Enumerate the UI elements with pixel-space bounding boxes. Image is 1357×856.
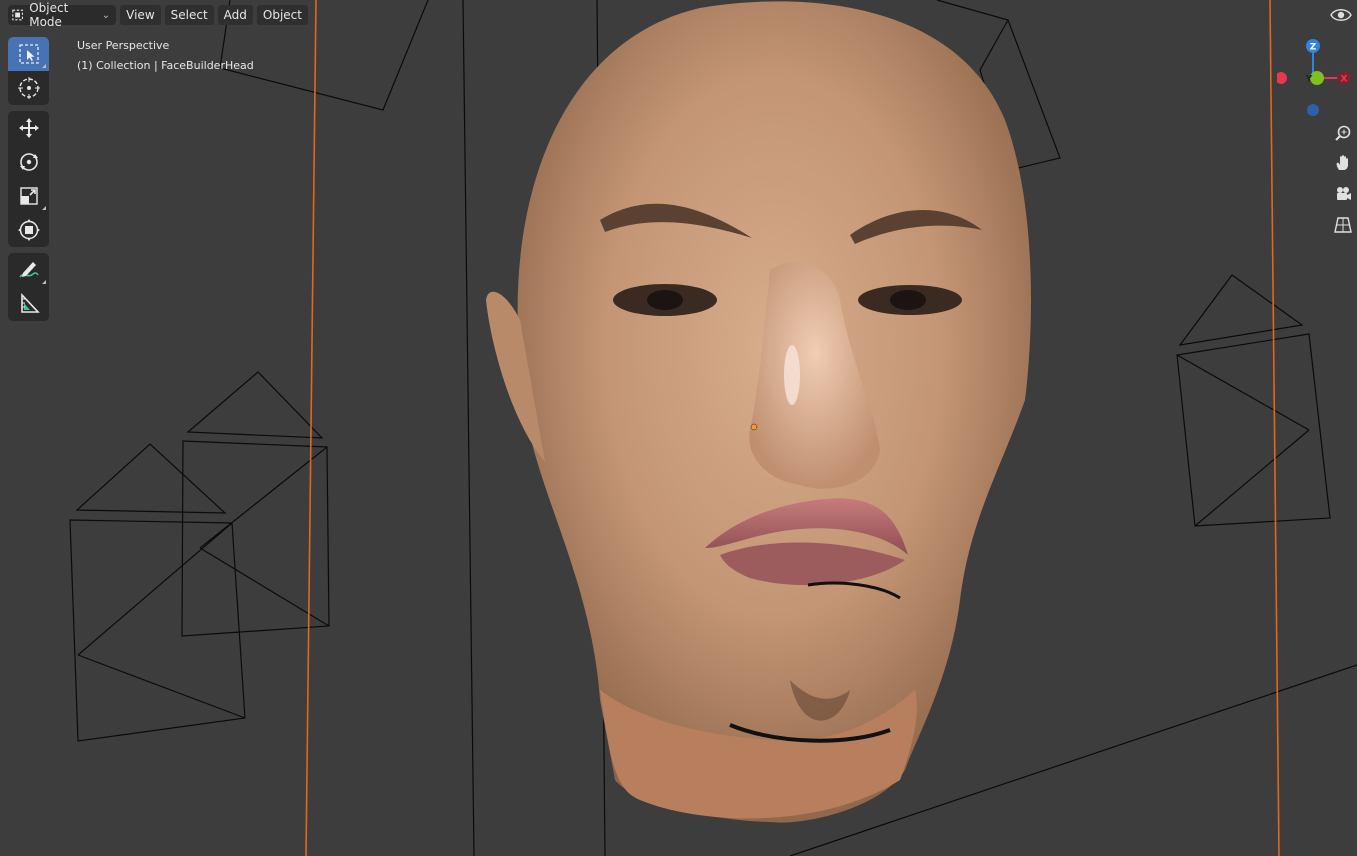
cursor-icon: [17, 77, 40, 99]
viewport-info: User Perspective (1) Collection | FaceBu…: [77, 36, 254, 76]
object-mode-icon: [12, 9, 23, 21]
zoom-button[interactable]: [1330, 120, 1356, 146]
visibility-toggle[interactable]: [1327, 2, 1355, 28]
tool-group-select: [8, 37, 49, 105]
menu-view[interactable]: View: [120, 5, 161, 25]
mode-label: Object Mode: [29, 1, 69, 29]
axis-gizmo[interactable]: Z X Y: [1277, 30, 1357, 120]
zoom-icon: [1335, 125, 1351, 141]
menu-add[interactable]: Add: [217, 5, 253, 25]
select-box-tool[interactable]: [8, 37, 49, 71]
neg-z-axis-handle: [1307, 104, 1319, 116]
scene-canvas: [69, 0, 1357, 856]
eye-icon: [1330, 9, 1352, 21]
hand-icon: [1336, 155, 1348, 170]
transform-icon: [17, 219, 40, 241]
annotate-tool[interactable]: [8, 253, 49, 287]
cursor-tool[interactable]: [8, 71, 49, 105]
perspective-label: User Perspective: [77, 39, 170, 52]
mode-dropdown[interactable]: Object Mode ⌄: [8, 1, 117, 29]
menu-object[interactable]: Object: [256, 5, 308, 25]
tool-group-annotate: [8, 253, 49, 321]
menu-select[interactable]: Select: [164, 5, 214, 25]
select-box-icon: [18, 44, 39, 64]
neg-x-axis-handle: [1277, 72, 1287, 84]
rotate-icon: [19, 153, 38, 171]
y-axis-label: Y: [1305, 75, 1313, 85]
scale-icon: [19, 187, 38, 205]
tool-shelf: [8, 37, 49, 327]
move-tool[interactable]: [8, 111, 49, 145]
ortho-toggle-button[interactable]: [1330, 212, 1356, 238]
collection-label: (1) Collection | FaceBuilderHead: [77, 59, 254, 72]
rotate-tool[interactable]: [8, 145, 49, 179]
viewport-header: Object Mode ⌄ View Select Add Object: [0, 0, 308, 30]
navigation-gizmo-area: Z X Y: [1277, 0, 1357, 250]
grid-icon: [1334, 217, 1352, 233]
scale-tool[interactable]: [8, 179, 49, 213]
chevron-down-icon: ⌄: [101, 9, 111, 21]
z-axis-label: Z: [1310, 43, 1317, 53]
annotate-icon: [18, 262, 39, 278]
measure-icon: [20, 293, 40, 313]
camera-view-button[interactable]: [1330, 181, 1356, 207]
pan-button[interactable]: [1330, 150, 1356, 176]
x-axis-label: X: [1341, 75, 1348, 85]
move-icon: [18, 118, 39, 138]
transform-tool[interactable]: [8, 213, 49, 247]
3d-viewport[interactable]: Object Mode ⌄ View Select Add Object Use…: [0, 0, 1357, 856]
camera-icon: [1337, 187, 1351, 200]
face-head-model: [486, 1, 1031, 823]
tool-group-transform: [8, 111, 49, 247]
measure-tool[interactable]: [8, 287, 49, 321]
